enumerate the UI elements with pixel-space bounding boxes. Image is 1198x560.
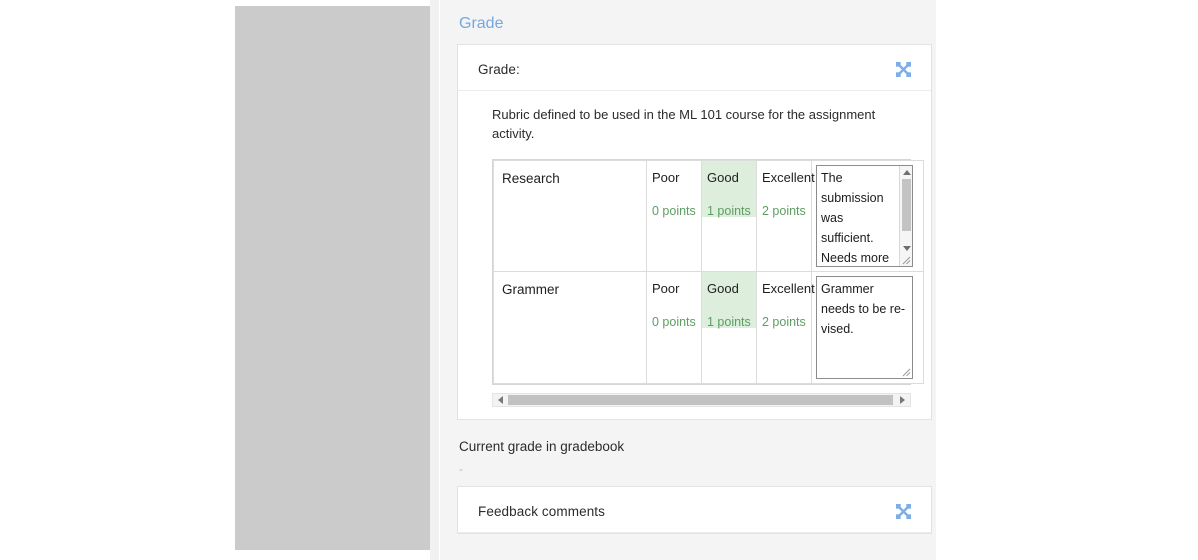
- rubric-remark-text: The submission was sufficient. Needs mor…: [821, 171, 890, 265]
- rubric-level-option-selected[interactable]: Good 1 points: [701, 160, 757, 272]
- caret-up-icon[interactable]: [900, 166, 912, 178]
- textarea-scrollbar[interactable]: [899, 166, 912, 266]
- rubric-level-option[interactable]: Excellent 2 points: [756, 271, 815, 384]
- rubric-level-points: 1 points: [707, 315, 751, 329]
- rubric-level-label: Poor: [652, 281, 680, 296]
- grade-card-title: Grade:: [478, 62, 520, 77]
- rubric-horizontal-scrollbar[interactable]: [492, 393, 911, 407]
- rubric-level-points: 2 points: [762, 204, 806, 218]
- left-content-placeholder: [235, 6, 430, 550]
- rubric-scroll-container: Research Poor 0 points Good 1 points Exc…: [492, 159, 924, 385]
- rubric-remark-cell: Grammer needs to be re- vised.: [811, 271, 924, 384]
- grade-card: Grade: Rubric defined to be used in the …: [457, 44, 932, 420]
- table-row: Research Poor 0 points Good 1 points Exc…: [493, 160, 924, 272]
- rubric-table: Research Poor 0 points Good 1 points Exc…: [493, 160, 924, 384]
- expand-arrows-icon[interactable]: [896, 62, 911, 77]
- feedback-card-header: Feedback comments: [458, 487, 931, 533]
- rubric-criterion-name: Research: [493, 160, 647, 272]
- caret-left-icon[interactable]: [494, 394, 507, 406]
- caret-right-icon[interactable]: [896, 394, 909, 406]
- rubric-level-option-selected[interactable]: Good 1 points: [701, 271, 757, 384]
- rubric-remark-textarea[interactable]: The submission was sufficient. Needs mor…: [816, 165, 913, 267]
- feedback-card-title: Feedback comments: [478, 504, 606, 519]
- rubric-level-points: 1 points: [707, 204, 751, 218]
- grade-content-column: Grade Grade: Rubric defined to be used i…: [440, 0, 936, 560]
- current-grade-in-gradebook: Current grade in gradebook -: [440, 420, 936, 476]
- rubric-horizontal-scrollbar-thumb[interactable]: [508, 395, 893, 405]
- rubric-level-label: Excellent: [762, 281, 815, 296]
- rubric-description: Rubric defined to be used in the ML 101 …: [492, 107, 876, 141]
- rubric-remark-cell: The submission was sufficient. Needs mor…: [811, 160, 924, 272]
- rubric-level-points: 0 points: [652, 204, 696, 218]
- grade-card-header: Grade:: [458, 45, 931, 91]
- rubric-level-option[interactable]: Excellent 2 points: [756, 160, 815, 272]
- rubric-level-points: 0 points: [652, 315, 696, 329]
- resize-grip-icon[interactable]: [902, 368, 911, 377]
- table-row: Grammer Poor 0 points Good 1 points Exce…: [493, 271, 924, 384]
- region-heading-grade: Grade: [459, 15, 504, 32]
- rubric-level-label: Good: [707, 170, 739, 185]
- expand-arrows-icon[interactable]: [896, 504, 911, 519]
- rubric-level-option[interactable]: Poor 0 points: [646, 160, 702, 272]
- rubric-level-label: Good: [707, 281, 739, 296]
- gradebook-value: -: [459, 462, 463, 476]
- gradebook-label: Current grade in gradebook: [459, 439, 625, 454]
- feedback-comments-card: Feedback comments: [457, 486, 932, 534]
- rubric-level-label: Poor: [652, 170, 680, 185]
- rubric-level-label: Excellent: [762, 170, 815, 185]
- page-scrollbar-track[interactable]: [432, 0, 871, 560]
- grade-card-body: Rubric defined to be used in the ML 101 …: [458, 91, 931, 407]
- rubric-level-option[interactable]: Poor 0 points: [646, 271, 702, 384]
- rubric-level-points: 2 points: [762, 315, 806, 329]
- textarea-scrollbar-thumb[interactable]: [902, 179, 911, 231]
- rubric-remark-text: Grammer needs to be re- vised.: [821, 282, 906, 336]
- rubric-criterion-name: Grammer: [493, 271, 647, 384]
- rubric-remark-textarea[interactable]: Grammer needs to be re- vised.: [816, 276, 913, 379]
- caret-down-icon[interactable]: [900, 242, 912, 254]
